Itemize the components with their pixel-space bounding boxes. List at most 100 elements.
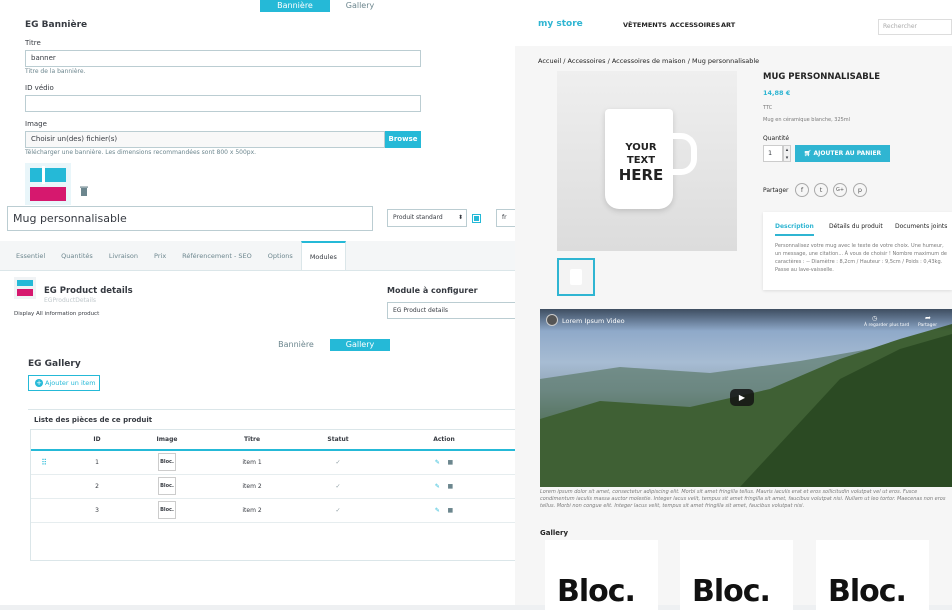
check-icon: ✓: [307, 450, 369, 475]
edit-icon[interactable]: ✎: [435, 459, 440, 466]
banner-thumbnail: [25, 163, 71, 205]
gallery-heading: Gallery: [540, 529, 569, 537]
product-thumbnail[interactable]: [557, 258, 595, 296]
tab-livraison[interactable]: Livraison: [101, 241, 146, 270]
nav-art[interactable]: ART: [721, 21, 735, 29]
video-caption: Lorem ipsum dolor sit amet, consectetur …: [540, 489, 946, 509]
delete-icon[interactable]: ■: [448, 507, 454, 514]
titre-input[interactable]: banner: [25, 50, 421, 67]
breadcrumb: Accueil / Accessoires / Accessoires de m…: [538, 57, 760, 65]
row-id: 1: [57, 450, 137, 475]
mug-text-line2: HERE: [618, 166, 664, 184]
search-input[interactable]: Rechercher: [878, 19, 952, 35]
browse-button[interactable]: Browse: [385, 131, 421, 148]
video-title[interactable]: Lorem Ipsum Video: [562, 317, 625, 325]
quantity-input[interactable]: 1: [763, 145, 783, 162]
row-titre: item 2: [197, 498, 307, 523]
mug-handle: [671, 133, 697, 175]
titre-help: Titre de la bannière.: [25, 68, 86, 75]
video-label: ID védio: [25, 84, 54, 92]
edit-icon[interactable]: ✎: [435, 483, 440, 490]
gallery-tab-gallery[interactable]: Gallery: [330, 339, 390, 351]
mug-body: YOUR TEXT HERE: [605, 109, 673, 209]
plus-circle-icon: +: [35, 379, 43, 387]
nav-accessoires[interactable]: ACCESSOIRES: [670, 21, 720, 29]
play-icon[interactable]: ▶: [730, 389, 754, 406]
delete-icon[interactable]: ■: [448, 459, 454, 466]
col-id: ID: [57, 430, 137, 451]
tab-details[interactable]: Détails du produit: [829, 223, 883, 230]
tab-banniere[interactable]: Bannière: [260, 0, 330, 12]
product-image[interactable]: YOUR TEXT HERE: [557, 71, 737, 251]
crumb-current: Mug personnalisable: [691, 57, 760, 65]
tab-seo[interactable]: Référencement - SEO: [174, 241, 260, 270]
channel-avatar[interactable]: [546, 314, 558, 326]
thumb-mug: [570, 269, 582, 285]
facebook-icon[interactable]: f: [795, 183, 809, 197]
row-image-cell: Bloc.: [137, 450, 197, 475]
product-name-input[interactable]: Mug personnalisable: [7, 206, 373, 231]
table-row[interactable]: ⠿ 1 Bloc. item 1 ✓ ✎ ■: [31, 450, 519, 475]
video-input[interactable]: [25, 95, 421, 112]
gallery-item[interactable]: Bloc.: [545, 540, 658, 610]
tab-quantites[interactable]: Quantités: [53, 241, 101, 270]
table-row[interactable]: 3 Bloc. item 2 ✓ ✎ ■: [31, 498, 519, 523]
crumb-maison[interactable]: Accessoires de maison: [612, 57, 686, 65]
tab-description[interactable]: Description: [775, 223, 814, 236]
file-input[interactable]: Choisir un(des) fichier(s): [25, 131, 385, 148]
configure-label: Module à configurer: [387, 286, 478, 295]
list-title: Liste des pièces de ce produit: [28, 409, 520, 429]
product-type-select[interactable]: Produit standard ⬍: [387, 209, 467, 227]
quantity-stepper[interactable]: ▴ ▾: [783, 145, 791, 162]
table-row[interactable]: 2 Bloc. item 2 ✓ ✎ ■: [31, 474, 519, 499]
crumb-accueil[interactable]: Accueil: [538, 57, 561, 65]
gallery-item-text: Bloc.: [828, 574, 907, 609]
delete-icon[interactable]: ■: [448, 483, 454, 490]
items-table: ID Image Titre Statut Action ⠿ 1 Bloc. i…: [30, 429, 520, 561]
crumb-accessoires[interactable]: Accessoires: [568, 57, 606, 65]
nav-vetements[interactable]: VÊTEMENTS: [623, 21, 667, 29]
edit-icon[interactable]: ✎: [435, 507, 440, 514]
module-version: EGProductDetails: [44, 297, 97, 304]
tab-prix[interactable]: Prix: [146, 241, 174, 270]
gallery-tab-banniere[interactable]: Bannière: [262, 339, 330, 351]
gallery-title: EG Gallery: [28, 359, 81, 369]
mug-text-line1: YOUR TEXT: [625, 142, 657, 166]
tab-options[interactable]: Options: [260, 241, 301, 270]
row-actions: ✎ ■: [369, 498, 519, 523]
gallery-item-text: Bloc.: [557, 574, 636, 609]
tab-gallery[interactable]: Gallery: [330, 0, 390, 12]
product-video[interactable]: Lorem Ipsum Video ◷ À regarder plus tard…: [540, 309, 952, 487]
quantity-label: Quantité: [763, 135, 790, 142]
twitter-icon[interactable]: t: [814, 183, 828, 197]
check-icon: ✓: [307, 498, 369, 523]
tab-documents[interactable]: Documents joints: [895, 223, 947, 230]
trash-icon[interactable]: [80, 181, 88, 196]
tab-essentiel[interactable]: Essentiel: [8, 241, 53, 270]
product-title: MUG PERSONNALISABLE: [763, 72, 881, 82]
banner-title: EG Bannière: [25, 20, 88, 30]
pinterest-icon[interactable]: p: [853, 183, 867, 197]
row-actions: ✎ ■: [369, 474, 519, 499]
gallery-item[interactable]: Bloc.: [680, 540, 793, 610]
col-image: Image: [137, 430, 197, 451]
help-icon[interactable]: [472, 214, 481, 223]
module-subtitle: Display All information product: [14, 311, 100, 317]
module-select[interactable]: EG Product details: [387, 302, 520, 319]
googleplus-icon[interactable]: G+: [833, 183, 847, 197]
drag-handle-icon[interactable]: ⠿: [31, 450, 57, 475]
drag-handle-empty: [31, 498, 57, 523]
tab-modules[interactable]: Modules: [300, 241, 346, 270]
col-titre: Titre: [197, 430, 307, 451]
add-to-cart-button[interactable]: 🛒︎ AJOUTER AU PANIER: [795, 145, 890, 162]
tax-label: TTC: [763, 105, 773, 111]
gallery-item[interactable]: Bloc.: [816, 540, 929, 610]
banner-config-panel: Bannière Gallery EG Bannière Titre banne…: [0, 0, 520, 215]
image-label: Image: [25, 120, 47, 128]
share-arrow-icon[interactable]: ➦: [925, 314, 931, 322]
row-actions: ✎ ■: [369, 450, 519, 475]
store-logo[interactable]: my store: [538, 19, 583, 29]
clock-icon[interactable]: ◷: [872, 315, 877, 322]
add-item-button[interactable]: + Ajouter un item: [28, 375, 100, 391]
image-help: Télécharger une bannière. Les dimensions…: [25, 149, 257, 156]
